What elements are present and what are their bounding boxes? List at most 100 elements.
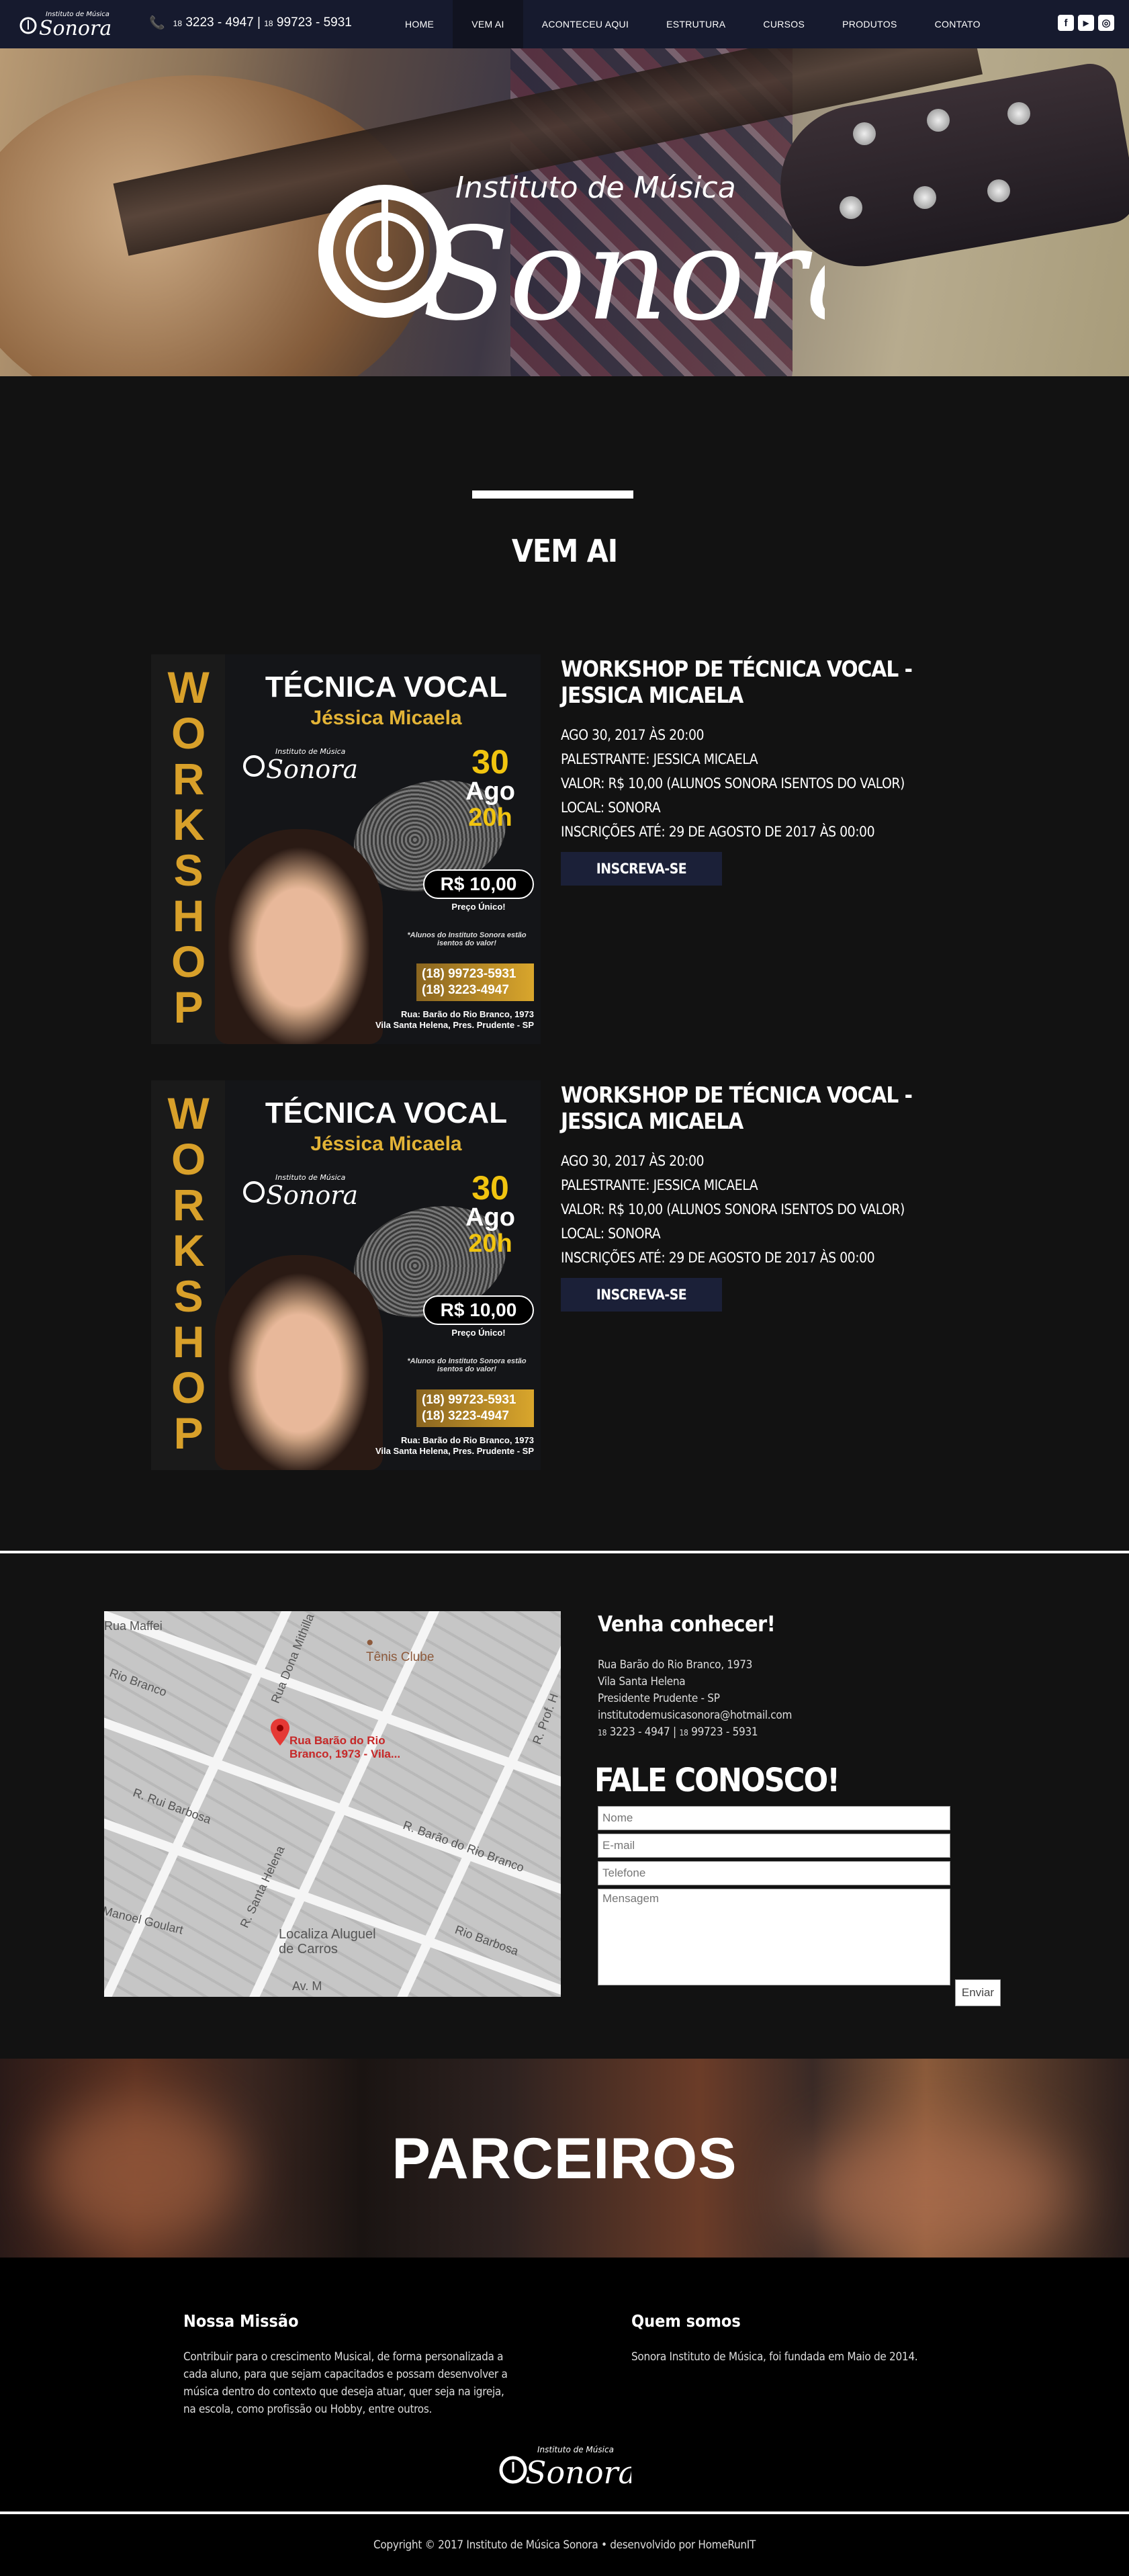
poster-address-2: Vila Santa Helena, Pres. Prudente - SP [375,1446,534,1456]
nav-item-aconteceu-aqui[interactable]: ACONTECEU AQUI [523,0,647,48]
poster-phones: (18) 99723-5931 (18) 3223-4947 [416,963,534,1001]
contact-email[interactable]: institutodemusicasonora@hotmail.com [598,1707,1028,1724]
youtube-icon[interactable]: ▶ [1078,15,1094,31]
nav-item-contato[interactable]: CONTATO [916,0,999,48]
nav-phone: 📞 18 3223 - 4947 | 18 99723 - 5931 [149,15,352,30]
location-map[interactable]: Rua Maffei Rio Branco Rua Dona Mithilla … [104,1611,561,1997]
tuning-peg [1007,102,1030,125]
event-place: LOCAL: SONORA [561,1226,661,1242]
nav-menu: HOME VEM AI ACONTECEU AQUI ESTRUTURA CUR… [386,0,999,48]
poster-name: Jéssica Micaela [310,707,462,729]
poster-phone-1: (18) 99723-5931 [422,1393,516,1407]
map-pin-label-1: Rua Barão do Rio [289,1734,386,1747]
title-underline-bar [472,490,633,499]
event-title[interactable]: WORKSHOP DE TÉCNICA VOCAL - JESSICA MICA… [561,1082,977,1134]
event-poster[interactable]: WORKSHOP TÉCNICA VOCAL Jéssica Micaela I… [151,654,541,1044]
poi-icon: ● [366,1635,374,1649]
footer: Nossa Missão Contribuir para o crescimen… [0,2258,1129,2576]
poster-title: TÉCNICA VOCAL [265,1097,508,1129]
nav-item-cursos[interactable]: CURSOS [744,0,823,48]
event-info: WORKSHOP DE TÉCNICA VOCAL - JESSICA MICA… [561,1080,977,1312]
map-street-label: Av. M [292,1979,322,1993]
map-pin-icon[interactable] [271,1719,289,1746]
subscribe-button[interactable]: INSCREVA-SE [561,852,722,886]
event-price: VALOR: R$ 10,00 (ALUNOS SONORA ISENTOS D… [561,1201,905,1217]
poster-month: Ago [465,777,515,806]
event-date: AGO 30, 2017 ÀS 20:00 [561,727,705,743]
send-button[interactable]: Enviar [955,1979,1001,2006]
footer-divider [0,2511,1129,2514]
nav-item-estrutura[interactable]: ESTRUTURA [647,0,744,48]
nav-logo-big-text: Sonora [39,17,111,40]
poster-address-2: Vila Santa Helena, Pres. Prudente - SP [375,1020,534,1030]
tuning-peg [840,196,862,219]
poster-hour: 20h [468,1230,512,1258]
nav-item-vem-ai[interactable]: VEM AI [453,0,523,48]
map-poi-tenis: ● Tênis Clube [366,1635,434,1665]
poster-price-note: Preço Único! [451,902,506,912]
partners-title: PARCEIROS [392,2127,737,2191]
event-poster[interactable]: WORKSHOP TÉCNICA VOCAL Jéssica Micaela I… [151,1080,541,1470]
events-section: VEM AI WORKSHOP TÉCNICA VOCAL Jéssica Mi… [0,376,1129,1551]
poster-sonora-logo: Instituto de Música Sonora [243,747,358,784]
map-poi-localiza-2: de Carros [279,1942,338,1957]
nav-item-produtos[interactable]: PRODUTOS [823,0,916,48]
sonora-logo[interactable]: Instituto de Música Sonora [19,5,120,43]
poster-title: TÉCNICA VOCAL [265,671,508,703]
map-poi-localiza-1: Localiza Aluguel [279,1927,376,1942]
poster-logo-big: Sonora [266,1180,358,1210]
contact-section: Rua Maffei Rio Branco Rua Dona Mithilla … [0,1553,1129,2059]
poster-note: *Alunos do Instituto Sonora estão isento… [407,931,527,947]
tuning-peg [913,186,936,209]
poster-day: 30 [471,743,509,781]
facebook-icon[interactable]: f [1058,15,1074,31]
event-place: LOCAL: SONORA [561,800,661,816]
mission-text: Contribuir para o crescimento Musical, d… [183,2350,508,2416]
event-title[interactable]: WORKSHOP DE TÉCNICA VOCAL - JESSICA MICA… [561,656,977,708]
nav-item-home[interactable]: HOME [386,0,453,48]
footer-mission: Nossa Missão Contribuir para o crescimen… [183,2311,519,2418]
copyright-text: Copyright © 2017 Instituto de Música Son… [373,2538,756,2552]
footer-sonora-logo: Instituto de Música Sonora [499,2445,631,2491]
tuning-peg [987,179,1010,202]
instagram-icon[interactable]: ◎ [1098,15,1114,31]
footer-about: Quem somos Sonora Instituto de Música, f… [631,2311,967,2366]
tuning-peg [853,122,876,145]
event-card: WORKSHOP TÉCNICA VOCAL Jéssica Micaela I… [151,654,977,1044]
phone-input[interactable] [598,1861,950,1885]
event-card: WORKSHOP TÉCNICA VOCAL Jéssica Micaela I… [151,1080,977,1470]
event-details: AGO 30, 2017 ÀS 20:00 PALESTRANTE: JESSI… [561,723,977,844]
top-navbar: Instituto de Música Sonora 📞 18 3223 - 4… [0,0,1129,48]
name-input[interactable] [598,1806,950,1830]
contact-form [598,1806,1028,1985]
poster-name: Jéssica Micaela [310,1133,462,1155]
phone-icon: 📞 [149,16,165,30]
hero-sonora-logo: Instituto de Música Sonora [318,171,825,349]
map-pin-label: Rua Barão do Rio Branco, 1973 - Vila... [289,1734,400,1761]
contact-address-line: Presidente Prudente - SP [598,1692,720,1705]
poster-month: Ago [465,1203,515,1232]
message-textarea[interactable] [598,1889,950,1985]
subscribe-button[interactable]: INSCREVA-SE [561,1278,722,1312]
phone-prefix-2: 18 [264,19,273,28]
phone-1: 3223 - 4947 [185,15,254,30]
poster-phone-2: (18) 3223-4947 [422,983,509,997]
event-deadline: INSCRIÇÕES ATÉ: 29 DE AGOSTO DE 2017 ÀS … [561,824,875,840]
footer-logo-big: Sonora [525,2454,631,2491]
poster-day: 30 [471,1169,509,1207]
event-price: VALOR: R$ 10,00 (ALUNOS SONORA ISENTOS D… [561,775,905,791]
poster-price: R$ 10,00 [423,1295,534,1325]
email-input[interactable] [598,1834,950,1858]
contact-phone-1: 3223 - 4947 [609,1725,670,1739]
map-poi-localiza: Localiza Aluguel de Carros [279,1927,376,1957]
form-title: FALE CONOSCO! [594,1762,840,1799]
contact-phone-prefix-1: 18 [598,1728,607,1737]
contact-address-line: Vila Santa Helena [598,1675,686,1688]
event-info: WORKSHOP DE TÉCNICA VOCAL - JESSICA MICA… [561,654,977,886]
poster-vertical-word: WORKSHOP [158,662,218,1035]
poster-date: 30 Ago 20h [447,1171,534,1258]
contact-phones: 18 3223 - 4947 | 18 99723 - 5931 [598,1725,758,1739]
poster-price: R$ 10,00 [423,869,534,899]
social-links: f ▶ ◎ [1058,15,1114,31]
poster-address-1: Rua: Barão do Rio Branco, 1973 [401,1009,534,1019]
